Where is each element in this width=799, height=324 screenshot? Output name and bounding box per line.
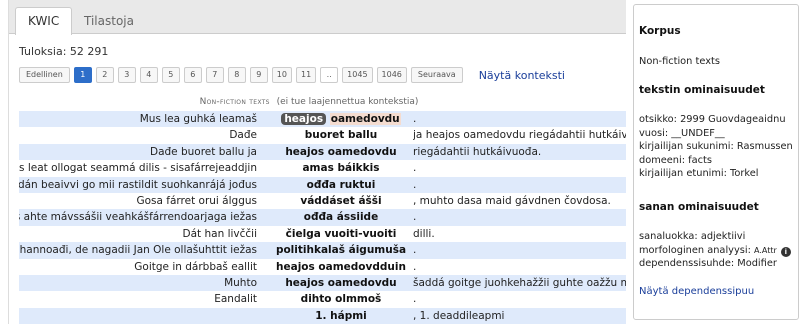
keyword[interactable]: amas báikkis bbox=[259, 160, 423, 176]
left-context: Dát han livččii bbox=[182, 227, 257, 240]
keyword[interactable]: heajos oamedovdduin bbox=[259, 259, 423, 275]
right-context: . bbox=[413, 113, 417, 125]
left-context: Goitge in dárbbaš eallit bbox=[134, 260, 257, 273]
right-context: riegádahtii hutkáivuođa. bbox=[413, 145, 542, 158]
right-context: šaddá goitge juohkehažžii guhte oažžu má… bbox=[413, 276, 626, 289]
page-button-2[interactable]: 2 bbox=[95, 67, 114, 83]
corpus-header: Non-fiction texts (ei tue laajennettua k… bbox=[9, 97, 609, 107]
page-button-11[interactable]: 11 bbox=[295, 67, 317, 83]
attr-morph: morfologinen analyysi: A.Attr i bbox=[639, 244, 794, 258]
left-context: Muhto bbox=[224, 276, 257, 289]
info-icon[interactable]: i bbox=[780, 246, 791, 257]
prev-page-button[interactable]: Edellinen bbox=[19, 67, 70, 83]
page-button-3[interactable]: 3 bbox=[117, 67, 136, 83]
attr-domain: domeeni: facts bbox=[639, 154, 712, 166]
keyword[interactable]: čielga vuoiti-vuoiti bbox=[259, 226, 423, 242]
page-button-6[interactable]: 6 bbox=[183, 67, 202, 83]
attr-author-firstname: kirjailijan etunimi: Torkel bbox=[639, 168, 759, 180]
kwic-table: Mus lea guhká leamaš heajos oamedovdu . … bbox=[19, 111, 626, 324]
left-context: Gosa fárret orui álggus bbox=[136, 194, 257, 207]
page-button-1046[interactable]: 1046 bbox=[376, 67, 407, 83]
left-context: Dađe buoret ballu ja bbox=[149, 145, 257, 158]
table-row[interactable]: Dađe buoret ballu ja heajos oamedovdu ri… bbox=[19, 127, 626, 144]
left-context: Sámesearvi ságadoalli Mika Kunnus leat o… bbox=[19, 162, 257, 175]
left-context: Sáhtán beaivvi dáinna ja muhtumin sáhtán… bbox=[19, 178, 257, 191]
table-row[interactable]: Eandalit dihto olmmoš . bbox=[19, 291, 626, 308]
text-attributes: otsikko: 2999 Guovdageaidnu vuosi: __UND… bbox=[639, 113, 794, 181]
match-token[interactable]: oamedovdu bbox=[329, 113, 401, 125]
right-context: dilli. bbox=[413, 227, 435, 240]
tab-bar: KWIC Tilastoja bbox=[9, 0, 626, 35]
page-button-10[interactable]: 10 bbox=[271, 67, 292, 83]
page-button-9[interactable]: 9 bbox=[249, 67, 268, 83]
left-context: Dat lea guovllu ovddidanprošeakta mii le… bbox=[19, 244, 257, 257]
table-row[interactable]: Dát han livččii čielga vuoiti-vuoiti dil… bbox=[19, 225, 626, 243]
left-context: Dađe bbox=[229, 129, 257, 142]
attr-morph-label: morfologinen analyysi: bbox=[639, 244, 754, 256]
corpus-header-name: Non-fiction texts bbox=[199, 97, 270, 107]
keyword[interactable]: ođđa ruktui bbox=[259, 177, 423, 193]
right-context: . bbox=[413, 260, 417, 273]
hit-count: Tuloksia: 52 291 bbox=[19, 45, 109, 58]
kwic-panel: KWIC Tilastoja Tuloksia: 52 291 Edelline… bbox=[8, 0, 626, 324]
corpus-name: Non-fiction texts bbox=[639, 56, 720, 67]
right-context: , 1. deaddileapmi bbox=[413, 309, 505, 322]
selected-token[interactable]: heajos bbox=[281, 113, 327, 125]
keyword[interactable]: ođđa ássiide bbox=[259, 209, 423, 225]
token-info-sidebar: Korpus Non-fiction texts tekstin ominais… bbox=[633, 4, 799, 320]
page-button-7[interactable]: 7 bbox=[205, 67, 224, 83]
left-context: Eandalit bbox=[214, 293, 257, 306]
show-context-link[interactable]: Näytä konteksti bbox=[479, 69, 565, 82]
tab-kwic[interactable]: KWIC bbox=[15, 7, 73, 35]
table-row[interactable]: Sámesearvi ságadoalli Mika Kunnus leat o… bbox=[19, 160, 626, 177]
table-row[interactable]: Mus lea guhká leamaš heajos oamedovdu . bbox=[19, 111, 626, 128]
keyword[interactable]: 1. hápmi bbox=[259, 308, 423, 324]
right-context: . bbox=[413, 211, 417, 224]
right-context: , muhto dasa maid gávdnen čovdosa. bbox=[413, 194, 611, 207]
table-row[interactable]: 1. hápmi , 1. deaddileapmi bbox=[19, 307, 626, 324]
page-button-1045[interactable]: 1045 bbox=[342, 67, 373, 83]
table-row[interactable]: Gosa fárret orui álggus váddáset ášši , … bbox=[19, 192, 626, 210]
word-attributes: sanaluokka: adjektiivi morfologinen anal… bbox=[639, 230, 794, 271]
right-context: ja heajos oamedovdu riegádahtii hutkáivu… bbox=[413, 129, 626, 142]
attr-author-lastname: kirjailijan sukunimi: Rasmussen bbox=[639, 141, 793, 153]
keyword[interactable]: heajos oamedovdu bbox=[259, 111, 423, 127]
show-dependency-tree-link[interactable]: Näytä dependenssipuu bbox=[639, 286, 754, 297]
page-button-8[interactable]: 8 bbox=[227, 67, 246, 83]
table-row[interactable]: Sáhtán beaivvi dáinna ja muhtumin sáhtán… bbox=[19, 176, 626, 193]
corpus-header-note: (ei tue laajennettua kontekstia) bbox=[276, 97, 419, 107]
text-attributes-heading: tekstin ominaisuudet bbox=[639, 84, 765, 96]
attr-title: otsikko: 2999 Guovdageaidnu bbox=[639, 114, 786, 125]
keyword[interactable]: váddáset ášši bbox=[259, 193, 423, 209]
left-context: Dán suohkanis ledje dávjá ollu olbmot go… bbox=[19, 211, 257, 224]
table-row[interactable]: Dán suohkanis ledje dávjá ollu olbmot go… bbox=[19, 209, 626, 226]
right-context: . bbox=[413, 244, 417, 257]
right-context: . bbox=[413, 162, 417, 175]
table-row[interactable]: Goitge in dárbbaš eallit heajos oamedovd… bbox=[19, 258, 626, 275]
tab-statistics[interactable]: Tilastoja bbox=[71, 7, 147, 35]
corpus-heading: Korpus bbox=[639, 25, 681, 37]
keyword[interactable]: heajos oamedovdu bbox=[259, 275, 423, 291]
attr-morph-value: A.Attr bbox=[754, 245, 777, 255]
attr-year: vuosi: __UNDEF__ bbox=[639, 127, 725, 139]
page-button-1[interactable]: 1 bbox=[73, 67, 92, 83]
table-row[interactable]: Dat lea guovllu ovddidanprošeakta mii le… bbox=[19, 242, 626, 259]
attr-pos: sanaluokka: adjektiivi bbox=[639, 231, 746, 242]
keyword[interactable]: buoret ballu bbox=[259, 127, 423, 143]
right-context: . bbox=[413, 178, 417, 191]
page-gap: .. bbox=[320, 67, 339, 83]
word-attributes-heading: sanan ominaisuudet bbox=[639, 201, 759, 213]
right-context: . bbox=[413, 293, 417, 306]
attr-dep: dependenssisuhde: Modifier bbox=[639, 258, 777, 270]
table-row[interactable]: Muhto heajos oamedovdu šaddá goitge juoh… bbox=[19, 274, 626, 292]
left-context: Mus lea guhká leamaš bbox=[139, 113, 257, 125]
page-button-5[interactable]: 5 bbox=[161, 67, 180, 83]
keyword[interactable]: politihkalaš áigumuša bbox=[259, 242, 423, 258]
pagination: Edellinen 1 2 3 4 5 6 7 8 9 10 11 .. 104… bbox=[19, 67, 565, 83]
next-page-button[interactable]: Seuraava bbox=[410, 67, 463, 83]
page-button-4[interactable]: 4 bbox=[139, 67, 158, 83]
keyword[interactable]: heajos oamedovdu bbox=[259, 144, 423, 160]
keyword[interactable]: dihto olmmoš bbox=[259, 291, 423, 307]
table-row[interactable]: Dađe buoret ballu ja heajos oamedovdu ri… bbox=[19, 143, 626, 161]
